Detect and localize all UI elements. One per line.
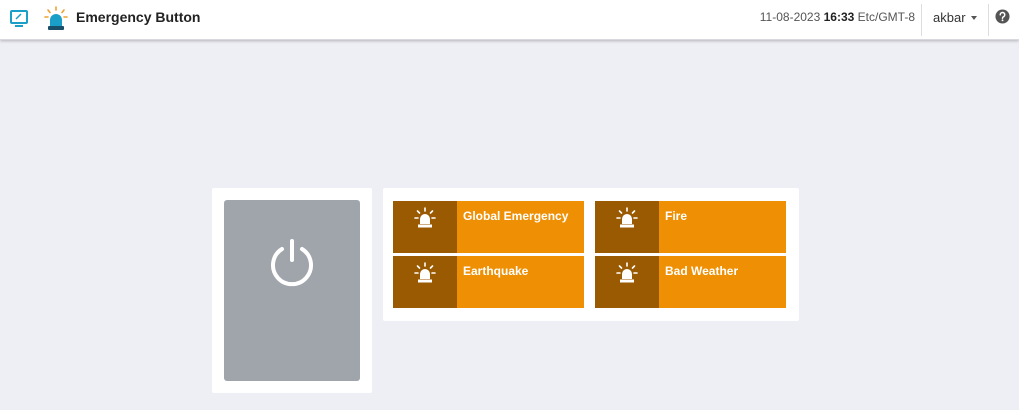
tile-label: Global Emergency xyxy=(463,209,569,223)
emergency-tile-fire[interactable]: Fire xyxy=(595,201,786,253)
emergency-tile-earthquake[interactable]: Earthquake xyxy=(393,256,584,308)
caret-down-icon xyxy=(970,16,977,20)
divider xyxy=(921,4,922,36)
power-panel xyxy=(212,188,372,393)
datetime: 11-08-2023 16:33 Etc/GMT-8 xyxy=(760,10,915,24)
siren-icon xyxy=(44,6,68,30)
tile-label: Earthquake xyxy=(463,264,529,278)
tile-label: Fire xyxy=(665,209,688,223)
siren-icon xyxy=(414,262,436,283)
emergency-tile-bad-weather[interactable]: Bad Weather xyxy=(595,256,786,308)
emergency-panel: Global Emergency Fire Earthquake Bad Wea… xyxy=(383,188,799,321)
power-button[interactable] xyxy=(224,200,360,381)
divider xyxy=(988,4,989,36)
page-title: Emergency Button xyxy=(76,9,201,25)
monitor-icon[interactable] xyxy=(9,9,29,29)
siren-icon xyxy=(616,262,638,283)
siren-icon xyxy=(414,207,436,228)
emergency-tile-global[interactable]: Global Emergency xyxy=(393,201,584,253)
time-text: 16:33 xyxy=(823,10,855,24)
tile-icon-box xyxy=(595,256,659,308)
siren-icon xyxy=(616,207,638,228)
user-name: akbar xyxy=(933,10,966,25)
top-bar: Emergency Button 11-08-2023 16:33 Etc/GM… xyxy=(0,0,1019,40)
power-icon xyxy=(271,239,313,287)
date-text: 11-08-2023 xyxy=(759,10,821,24)
tile-icon-box xyxy=(393,201,457,253)
timezone-text: Etc/GMT-8 xyxy=(857,10,915,24)
help-icon[interactable] xyxy=(995,9,1010,24)
tile-icon-box xyxy=(393,256,457,308)
user-menu[interactable]: akbar xyxy=(933,10,977,25)
tile-label: Bad Weather xyxy=(665,264,739,278)
tile-icon-box xyxy=(595,201,659,253)
